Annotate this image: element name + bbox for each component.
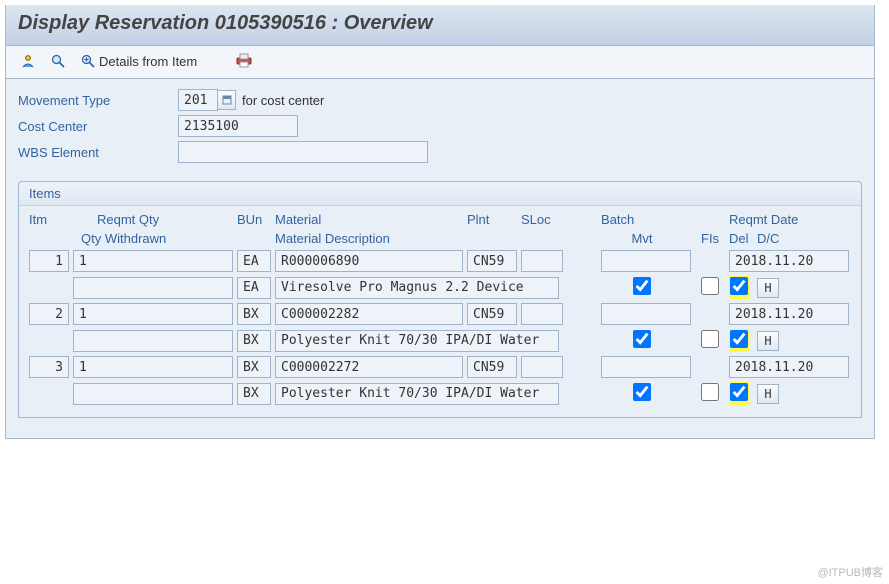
- row-wbs: WBS Element: [18, 141, 862, 163]
- reqmt-qty-input[interactable]: [73, 356, 233, 378]
- dc-button[interactable]: H: [757, 384, 779, 404]
- qty-withdrawn-input[interactable]: [73, 330, 233, 352]
- bun2-input[interactable]: [237, 383, 271, 405]
- movement-type-input[interactable]: [178, 89, 218, 111]
- sloc-input[interactable]: [521, 303, 563, 325]
- app-window: Display Reservation 0105390516 : Overvie…: [5, 5, 875, 439]
- material-desc-input[interactable]: [275, 383, 559, 405]
- itm-input[interactable]: [29, 250, 69, 272]
- qty-withdrawn-input[interactable]: [73, 383, 233, 405]
- material-desc-input[interactable]: [275, 277, 559, 299]
- details-from-item-button[interactable]: Details from Item: [76, 50, 200, 72]
- details-from-item-label: Details from Item: [99, 54, 197, 69]
- plnt-input[interactable]: [467, 303, 517, 325]
- fis-checkbox[interactable]: [701, 330, 719, 348]
- bun-input[interactable]: [237, 303, 271, 325]
- overview-icon: [19, 52, 37, 70]
- movement-type-label: Movement Type: [18, 93, 178, 108]
- hdr-itm: Itm: [29, 212, 69, 227]
- del-checkbox[interactable]: [730, 277, 748, 295]
- hdr-material: Material: [275, 212, 463, 227]
- reqmt-qty-input[interactable]: [73, 303, 233, 325]
- fis-checkbox[interactable]: [701, 277, 719, 295]
- reqmt-date-input[interactable]: [729, 356, 849, 378]
- print-button[interactable]: [232, 50, 256, 72]
- toolbar: Details from Item: [6, 46, 874, 79]
- material-desc-input[interactable]: [275, 330, 559, 352]
- bun-input[interactable]: [237, 250, 271, 272]
- hdr-bun: BUn: [237, 212, 271, 227]
- del-checkbox[interactable]: [730, 330, 748, 348]
- batch-input[interactable]: [601, 356, 691, 378]
- watermark: @ITPUB博客: [817, 564, 883, 580]
- wbs-input[interactable]: [178, 141, 428, 163]
- mvt-checkbox[interactable]: [633, 383, 651, 401]
- batch-input[interactable]: [601, 250, 691, 272]
- plnt-input[interactable]: [467, 250, 517, 272]
- hdr-sloc: SLoc: [521, 212, 563, 227]
- f4-help-icon: [222, 95, 232, 105]
- items-grid: Itm Reqmt Qty BUn Material Plnt SLoc Bat…: [19, 206, 861, 417]
- item-row1: [29, 248, 851, 274]
- magnifier-plus-icon: [79, 52, 97, 70]
- batch-input[interactable]: [601, 303, 691, 325]
- wbs-label: WBS Element: [18, 145, 178, 160]
- page-title: Display Reservation 0105390516 : Overvie…: [18, 12, 862, 35]
- material-input[interactable]: [275, 356, 463, 378]
- hdr-qty-withdrawn: Qty Withdrawn: [73, 231, 233, 246]
- mvt-checkbox[interactable]: [633, 330, 651, 348]
- hdr-reqmt-qty: Reqmt Qty: [73, 212, 233, 227]
- hdr-batch: Batch: [601, 212, 691, 227]
- printer-icon: [235, 52, 253, 70]
- bun2-input[interactable]: [237, 277, 271, 299]
- reqmt-date-input[interactable]: [729, 250, 849, 272]
- hdr-material-desc: Material Description: [275, 231, 559, 246]
- hdr-del: Del: [729, 231, 753, 246]
- item-row1: [29, 301, 851, 327]
- bun2-input[interactable]: [237, 330, 271, 352]
- cost-center-label: Cost Center: [18, 119, 178, 134]
- items-group-title: Items: [19, 182, 861, 206]
- hdr-plnt: Plnt: [467, 212, 517, 227]
- qty-withdrawn-input[interactable]: [73, 277, 233, 299]
- itm-input[interactable]: [29, 356, 69, 378]
- hdr-dc: D/C: [757, 231, 781, 246]
- title-bar: Display Reservation 0105390516 : Overvie…: [6, 5, 874, 46]
- item-row1: [29, 354, 851, 380]
- movement-type-text: for cost center: [242, 93, 324, 108]
- item-row2: H: [29, 327, 851, 354]
- hdr-fis: FIs: [701, 231, 725, 246]
- find-button[interactable]: [46, 50, 70, 72]
- hdr-reqmt-date: Reqmt Date: [729, 212, 849, 227]
- magnifier-icon: [49, 52, 67, 70]
- overview-button[interactable]: [16, 50, 40, 72]
- material-input[interactable]: [275, 250, 463, 272]
- items-header-row-2: Qty Withdrawn Material Description Mvt F…: [29, 229, 851, 248]
- material-input[interactable]: [275, 303, 463, 325]
- row-cost-center: Cost Center: [18, 115, 862, 137]
- mvt-checkbox[interactable]: [633, 277, 651, 295]
- body-area: Movement Type for cost center Cost Cente…: [6, 79, 874, 438]
- item-row2: H: [29, 274, 851, 301]
- dc-button[interactable]: H: [757, 278, 779, 298]
- itm-input[interactable]: [29, 303, 69, 325]
- dc-button[interactable]: H: [757, 331, 779, 351]
- row-movement-type: Movement Type for cost center: [18, 89, 862, 111]
- sloc-input[interactable]: [521, 250, 563, 272]
- reqmt-date-input[interactable]: [729, 303, 849, 325]
- items-header-row-1: Itm Reqmt Qty BUn Material Plnt SLoc Bat…: [29, 210, 851, 229]
- item-row2: H: [29, 380, 851, 407]
- reqmt-qty-input[interactable]: [73, 250, 233, 272]
- fis-checkbox[interactable]: [701, 383, 719, 401]
- plnt-input[interactable]: [467, 356, 517, 378]
- sloc-input[interactable]: [521, 356, 563, 378]
- items-groupbox: Items Itm Reqmt Qty BUn Material Plnt SL…: [18, 181, 862, 418]
- bun-input[interactable]: [237, 356, 271, 378]
- movement-type-f4-button[interactable]: [218, 90, 236, 110]
- cost-center-input[interactable]: [178, 115, 298, 137]
- del-checkbox[interactable]: [730, 383, 748, 401]
- hdr-mvt: Mvt: [597, 231, 687, 246]
